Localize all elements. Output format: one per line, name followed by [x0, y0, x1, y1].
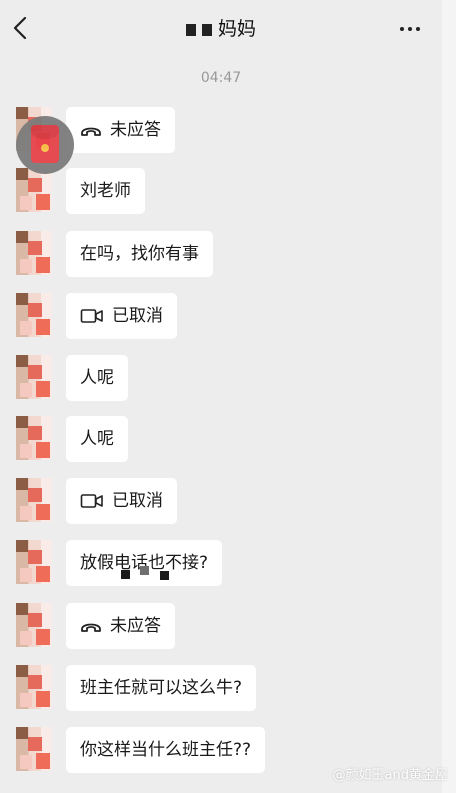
contact-name: 妈妈: [217, 18, 256, 40]
message-text: 已取消: [112, 306, 163, 326]
message-row: 人呢: [16, 416, 436, 462]
avatar[interactable]: [16, 355, 52, 399]
avatar[interactable]: [16, 416, 52, 460]
call-record-bubble[interactable]: 未应答: [66, 603, 175, 649]
message-text: 刘老师: [80, 181, 131, 201]
message-row: 班主任就可以这么牛?: [16, 665, 436, 711]
avatar[interactable]: [16, 665, 52, 709]
call-record-bubble[interactable]: 已取消: [66, 293, 177, 339]
message-text: 未应答: [110, 616, 161, 636]
video-icon: [80, 308, 104, 324]
avatar[interactable]: [16, 478, 52, 522]
call-record-bubble[interactable]: 未应答: [66, 107, 175, 153]
message-row: 已取消: [16, 478, 436, 524]
message-text: 人呢: [80, 368, 114, 388]
top-bar: 妈妈: [0, 0, 442, 56]
message-text: 班主任就可以这么牛?: [80, 678, 243, 698]
message-row: 已取消: [16, 293, 436, 339]
message-bubble[interactable]: 在吗，找你有事: [66, 231, 213, 277]
watermark: @颜如玉and黄金屋: [332, 768, 448, 783]
message-text: 未应答: [110, 120, 161, 140]
message-bubble[interactable]: 放假电话也不接?: [66, 540, 223, 586]
video-icon: [80, 493, 104, 509]
more-options-button[interactable]: [398, 16, 424, 36]
chat-title: 妈妈: [0, 14, 442, 41]
mosaic-censor: [160, 571, 169, 580]
mosaic-censor: [140, 566, 149, 575]
avatar[interactable]: [16, 231, 52, 275]
message-bubble[interactable]: 刘老师: [66, 168, 145, 214]
message-timestamp: 04:47: [200, 70, 242, 86]
message-text: 你这样当什么班主任??: [80, 740, 252, 760]
mosaic-censor: [121, 570, 130, 579]
phone-missed-icon: [80, 123, 102, 137]
avatar[interactable]: [16, 603, 52, 647]
message-row: 在吗，找你有事: [16, 231, 436, 277]
avatar[interactable]: [16, 293, 52, 337]
message-row: 人呢: [16, 355, 436, 401]
avatar[interactable]: [16, 727, 52, 771]
message-bubble[interactable]: 人呢: [66, 355, 128, 401]
call-record-bubble[interactable]: 已取消: [66, 478, 177, 524]
message-row: 刘老师: [16, 168, 436, 214]
message-bubble[interactable]: 你这样当什么班主任??: [66, 727, 266, 773]
more-horizontal-icon: [400, 27, 404, 31]
message-text: 人呢: [80, 429, 114, 449]
avatar[interactable]: [16, 168, 52, 212]
chat-window: 妈妈 04:47 未应答 刘老师 在吗，找你有事 已取消 人呢 人呢 已取消 放假电话也不接?…: [0, 0, 443, 793]
mosaic-censor: [185, 24, 196, 36]
message-bubble[interactable]: 人呢: [66, 416, 128, 462]
red-packet-float-button[interactable]: [16, 116, 74, 174]
message-bubble[interactable]: 班主任就可以这么牛?: [66, 665, 257, 711]
message-text: 在吗，找你有事: [80, 244, 199, 264]
mosaic-censor: [201, 24, 212, 36]
message-row: 放假电话也不接?: [16, 540, 436, 586]
message-row: 未应答: [16, 603, 436, 649]
avatar[interactable]: [16, 540, 52, 584]
phone-missed-icon: [80, 619, 102, 633]
message-text: 已取消: [112, 491, 163, 511]
message-row: 未应答: [16, 107, 436, 153]
